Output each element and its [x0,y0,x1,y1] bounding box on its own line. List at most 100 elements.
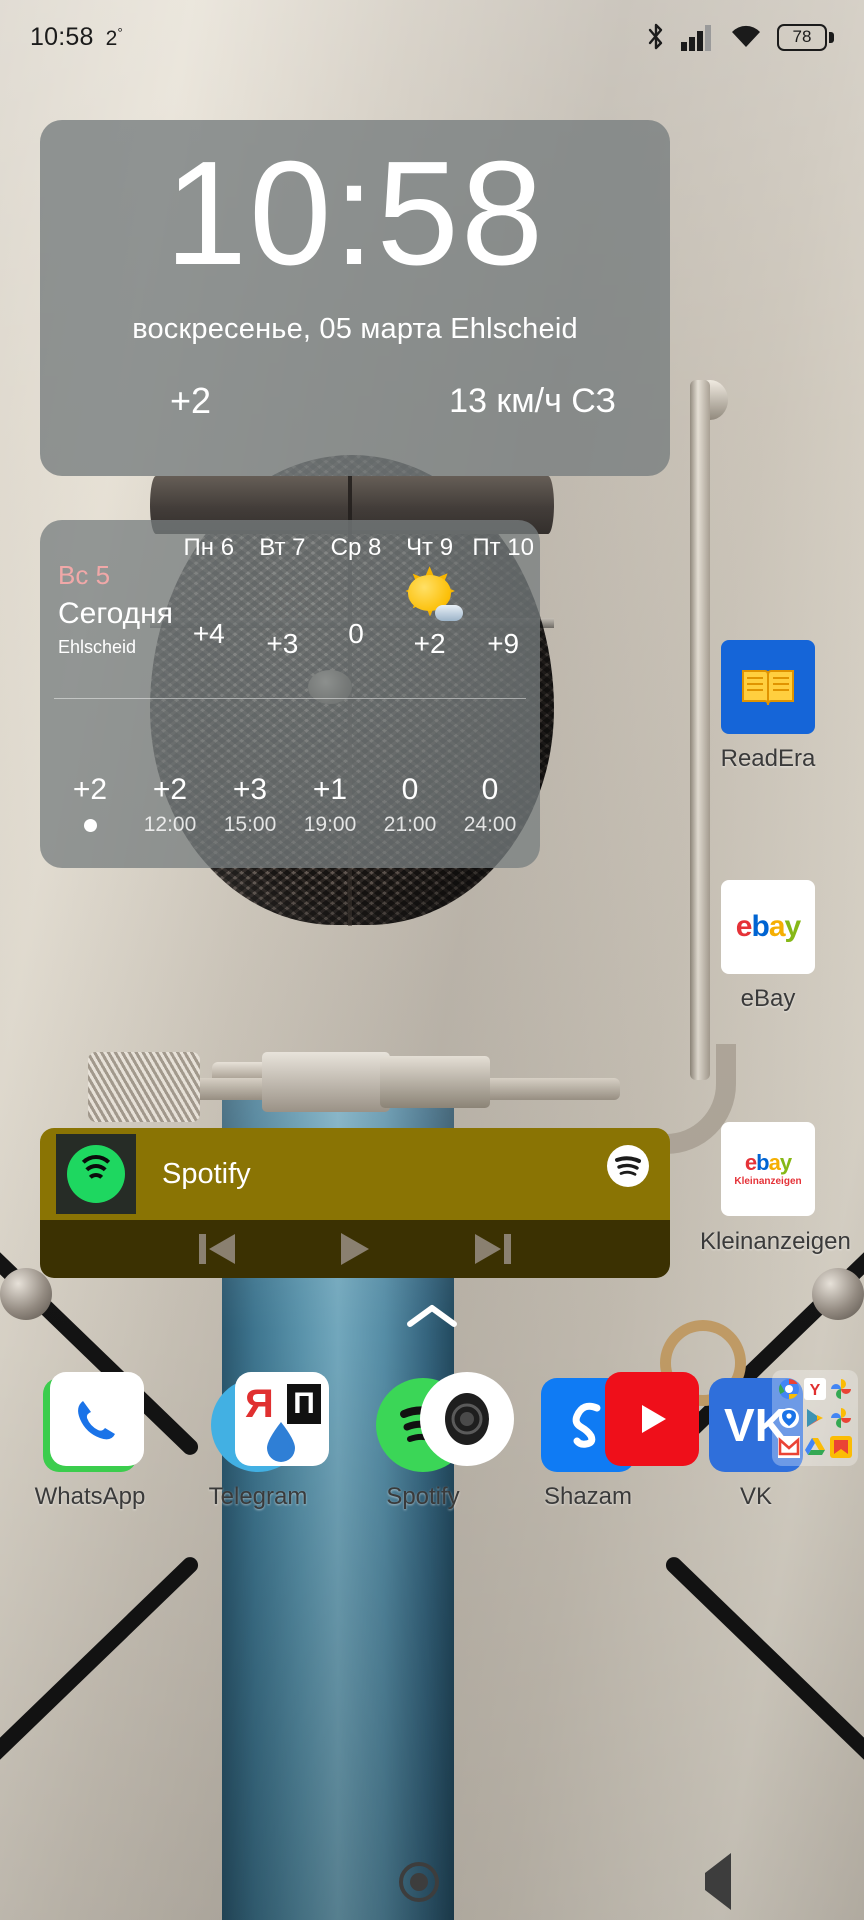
weather-day-temp: +2 [413,628,446,659]
dock-youtube[interactable] [605,1372,699,1466]
weather-forecast-widget[interactable]: Вс 5 Сегодня Ehlscheid Пн 6 +4 Вт 7 +3 С… [40,520,540,868]
clock-time[interactable]: 10:58 [165,136,545,292]
spotify-media-widget[interactable]: Spotify [40,1128,670,1278]
weather-today-day: Вс 5 [58,560,111,590]
spotify-badge-icon [606,1144,650,1188]
back-button[interactable] [705,1853,731,1910]
weather-hour-item[interactable]: +2 12:00 [130,713,210,839]
cloud-icon [178,570,240,612]
weather-day-item[interactable]: Вт 7 +3 [246,534,320,686]
kleinanzeigen-icon-shape: ebay Kleinanzeigen [721,1122,815,1216]
app-ebay[interactable]: ebay eBay [700,880,836,1012]
weather-hour-item[interactable]: 0 24:00 [450,713,530,839]
weather-hour-time: 21:00 [383,813,437,836]
battery-level: 78 [777,23,827,51]
google-maps-icon [778,1407,800,1429]
weather-daily-section: Вс 5 Сегодня Ehlscheid Пн 6 +4 Вт 7 +3 С… [40,534,540,686]
cellular-signal-icon [681,23,715,51]
home-circle-icon [399,1862,439,1902]
dock-camera[interactable] [420,1372,514,1466]
battery-icon: 78 [777,23,834,51]
weather-today-block: Вс 5 Сегодня Ehlscheid [40,534,173,686]
weather-hour-temp: +3 [232,773,268,806]
status-bar-left: 10:58 2° [30,23,123,52]
youtube-icon [605,1372,699,1466]
google-photos-2-icon [830,1407,852,1429]
weather-days-list: Пн 6 +4 Вт 7 +3 Ср 8 0 Чт 9 +2 Пт 10 +9 [172,534,540,686]
ebay-icon-shape: ebay [721,880,815,974]
navigation-bar [0,1844,864,1920]
clock-weather-wind: 13 км/ч СЗ [449,381,616,420]
dock-yandex-navigator[interactable]: Я П [235,1372,329,1466]
weather-city: Ehlscheid [58,637,137,657]
rain-cloud-icon [139,713,201,765]
yandex-icon: Y [803,1378,826,1400]
status-bar-right: 78 [645,22,834,52]
rain-cloud-icon [472,570,534,622]
weather-hour-item[interactable]: 0 21:00 [370,713,450,839]
weather-hour-item[interactable]: +1 19:00 [290,713,370,839]
status-bar-temperature: 2° [105,24,123,50]
rain-cloud-icon [299,713,361,765]
weather-current-hour-dot [83,819,97,832]
ebay-icon[interactable]: ebay [721,880,815,974]
weather-day-label: Вт 7 [259,534,306,561]
weather-hour-time: 24:00 [463,813,517,836]
weather-day-item[interactable]: Пн 6 +4 [172,534,246,686]
weather-hour-temp: +2 [72,773,108,806]
app-kleinanzeigen[interactable]: ebay Kleinanzeigen Kleinanzeigen [700,1122,851,1256]
weather-hour-temp: +1 [312,773,348,806]
sun-cloud-icon [399,566,464,622]
app-readera[interactable]: ReadEra [700,640,836,772]
weather-today-label: Сегодня [58,597,173,630]
app-label: Kleinanzeigen [700,1228,851,1255]
back-triangle-icon [705,1853,731,1910]
play-icon[interactable] [335,1229,375,1269]
google-drive-icon [804,1436,826,1458]
weather-day-item[interactable]: Чт 9 +2 [393,534,467,686]
spotify-app-name: Spotify [162,1157,251,1190]
weather-day-item[interactable]: Ср 8 0 [319,534,393,686]
dock: Я П Y [0,1370,864,1490]
dock-google-folder[interactable]: Y [772,1370,864,1466]
gmail-icon [778,1436,801,1458]
skip-next-icon[interactable] [471,1229,515,1269]
weather-hour-item[interactable]: +2 [50,713,130,839]
spotify-widget-header[interactable]: Spotify [40,1128,670,1220]
weather-hour-temp: 0 [401,773,419,806]
weather-day-item[interactable]: Пт 10 +9 [466,534,540,686]
google-keep-icon [829,1436,852,1458]
skip-previous-icon[interactable] [195,1229,239,1269]
wifi-icon [729,23,763,51]
spotify-icon [67,1145,125,1203]
chevron-up-icon[interactable] [404,1305,460,1336]
app-drawer-arrow[interactable] [0,1300,864,1337]
battery-tip [829,31,834,43]
phone-icon [50,1372,144,1466]
weather-day-label: Ср 8 [330,534,382,561]
app-label: ReadEra [720,745,816,772]
weather-day-label: Пн 6 [183,534,235,561]
weather-hour-temp: 0 [481,773,499,806]
readera-icon-shape [721,640,815,734]
status-bar-clock: 10:58 [30,22,94,51]
readera-icon[interactable] [721,640,815,734]
spotify-album-art [56,1134,136,1214]
weather-day-label: Чт 9 [406,534,454,561]
clock-weather-row[interactable]: +2 13 км/ч СЗ [40,372,670,430]
home-button[interactable] [399,1862,439,1902]
clock-date[interactable]: воскресенье, 05 марта Ehlscheid [132,313,578,346]
kleinanzeigen-icon[interactable]: ebay Kleinanzeigen [721,1122,815,1216]
dock-phone[interactable] [50,1372,144,1466]
rain-cloud-icon [59,713,121,765]
svg-text:Y: Y [810,1382,821,1399]
yandex-navigator-icon: Я П [235,1372,329,1466]
clock-weather-widget[interactable]: 10:58 воскресенье, 05 марта Ehlscheid +2… [40,120,670,476]
google-photos-icon [830,1378,852,1400]
weather-hour-item[interactable]: +3 15:00 [210,713,290,839]
app-label: eBay [740,985,796,1012]
weather-hour-time: 12:00 [143,813,197,836]
weather-day-temp: +3 [266,628,299,659]
weather-hour-time: 15:00 [223,813,277,836]
google-folder-icon: Y [772,1370,858,1466]
